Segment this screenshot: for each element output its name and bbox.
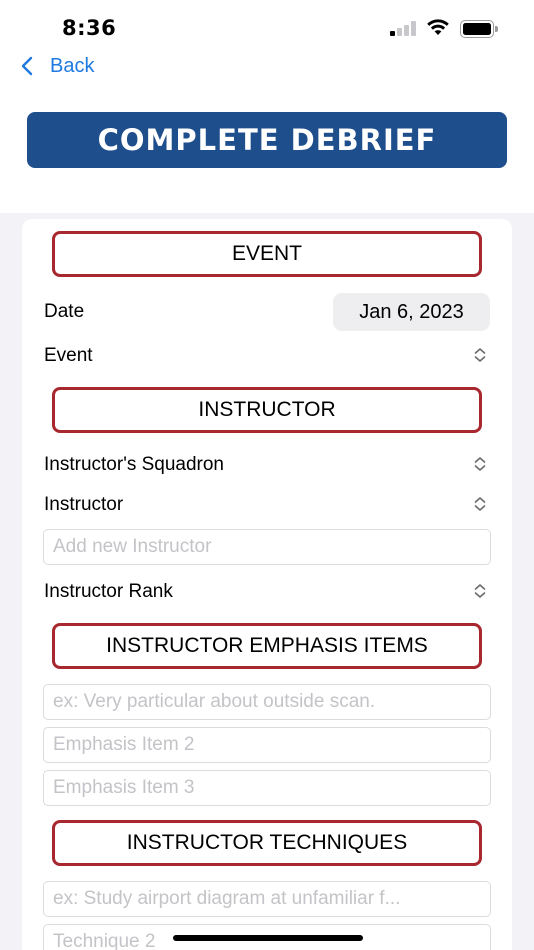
section-header-event: EVENT [52,231,482,277]
section-header-instructor: INSTRUCTOR [52,387,482,433]
page-title: COMPLETE DEBRIEF [27,112,507,168]
battery-icon [460,20,498,38]
status-bar: 8:36 [0,0,534,52]
instructor-rank-label[interactable]: Instructor Rank [44,581,173,603]
technique-1-input[interactable] [43,881,491,917]
chevron-updown-icon[interactable] [472,583,488,599]
chevron-updown-icon[interactable] [472,496,488,512]
back-label: Back [50,54,95,77]
chevron-left-icon [21,56,33,76]
instructor-label[interactable]: Instructor [44,494,123,516]
back-button[interactable]: Back [18,50,94,82]
home-indicator [173,935,363,941]
section-header-techniques: INSTRUCTOR TECHNIQUES [52,820,482,866]
cellular-signal-icon [390,20,418,36]
date-label: Date [44,301,85,322]
chevron-updown-icon[interactable] [472,347,488,363]
wifi-icon [427,19,449,35]
new-instructor-input[interactable] [43,529,491,565]
emphasis-item-1-input[interactable] [43,684,491,720]
instructor-squadron-label[interactable]: Instructor's Squadron [44,454,224,476]
event-picker-label[interactable]: Event [44,345,93,367]
chevron-updown-icon[interactable] [472,456,488,472]
date-picker[interactable]: Jan 6, 2023 [333,293,490,331]
emphasis-item-2-input[interactable] [43,727,491,763]
status-time: 8:36 [62,16,117,40]
section-header-emphasis-items: INSTRUCTOR EMPHASIS ITEMS [52,623,482,669]
emphasis-item-3-input[interactable] [43,770,491,806]
